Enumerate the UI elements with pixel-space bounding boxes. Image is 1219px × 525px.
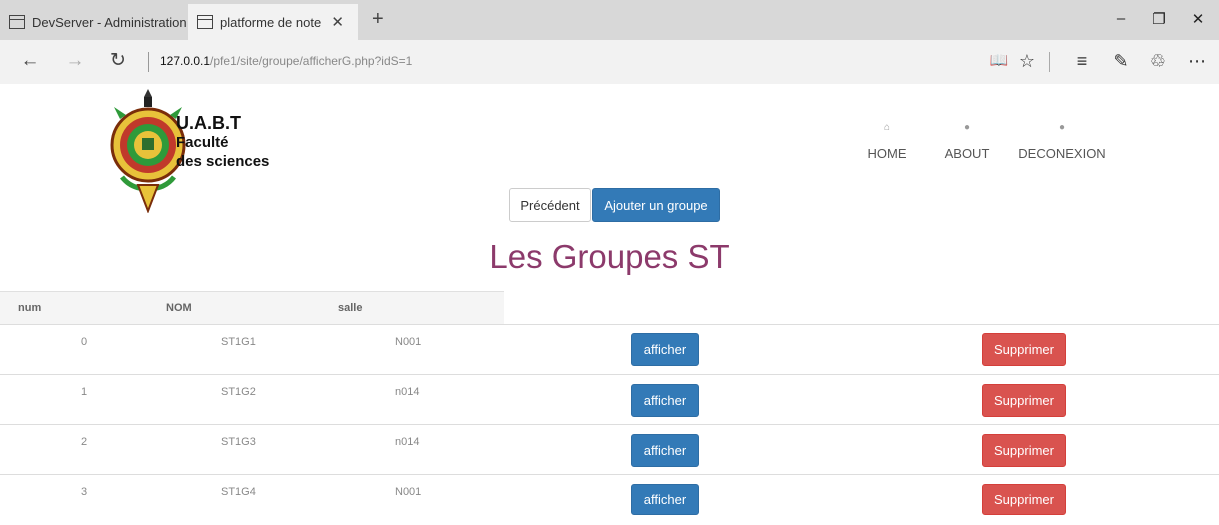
- supprimer-button[interactable]: Supprimer: [982, 333, 1066, 366]
- reading-view-icon[interactable]: 📖: [987, 50, 1011, 72]
- page-icon: [197, 15, 213, 29]
- nav-home[interactable]: ⌂ HOME: [868, 122, 907, 161]
- back-icon[interactable]: ←: [18, 50, 42, 72]
- divider: [148, 52, 149, 72]
- more-icon[interactable]: ⋯: [1185, 50, 1209, 72]
- home-icon: ⌂: [883, 122, 891, 133]
- close-window-icon[interactable]: ✕: [1188, 10, 1208, 28]
- forward-icon[interactable]: →: [63, 50, 87, 72]
- brand-subtitle: Faculté: [176, 134, 229, 151]
- cell-num: 1: [81, 386, 88, 398]
- table-row: 3 ST1G4 N001 afficher Supprimer: [0, 475, 1219, 525]
- nav-deconexion[interactable]: ● DECONEXION: [1018, 122, 1105, 161]
- afficher-button[interactable]: afficher: [631, 333, 699, 366]
- faculty-brand: U.A.B.T Faculté des sciences: [176, 114, 269, 171]
- user-icon: ●: [1058, 122, 1066, 133]
- cell-num: 2: [81, 436, 88, 448]
- afficher-button[interactable]: afficher: [631, 484, 699, 515]
- nav-about[interactable]: ● ABOUT: [945, 122, 990, 161]
- share-icon[interactable]: ♲: [1146, 50, 1170, 72]
- column-header-num: num: [18, 302, 42, 314]
- browser-tab-platforme[interactable]: platforme de note ✕: [188, 4, 358, 40]
- cell-nom: ST1G2: [221, 386, 256, 398]
- previous-button[interactable]: Précédent: [509, 188, 591, 222]
- close-tab-icon[interactable]: ✕: [331, 13, 344, 31]
- cell-salle: n014: [395, 386, 420, 398]
- add-group-button[interactable]: Ajouter un groupe: [592, 188, 720, 222]
- refresh-icon[interactable]: ↻: [106, 50, 130, 72]
- tab-title: platforme de note: [220, 14, 322, 30]
- cell-nom: ST1G3: [221, 436, 256, 448]
- cell-nom: ST1G1: [221, 336, 256, 348]
- user-icon: ●: [963, 122, 971, 133]
- page-icon: [9, 15, 25, 29]
- table-row: 1 ST1G2 n014 afficher Supprimer: [0, 375, 1219, 425]
- cell-salle: n014: [395, 436, 420, 448]
- brand-subtitle: des sciences: [176, 153, 270, 170]
- supprimer-button[interactable]: Supprimer: [982, 434, 1066, 467]
- cell-salle: N001: [395, 486, 422, 498]
- column-header-nom: NOM: [166, 302, 192, 314]
- cell-num: 3: [81, 486, 88, 498]
- brand-title: U.A.B.T: [176, 113, 241, 133]
- supprimer-button[interactable]: Supprimer: [982, 384, 1066, 417]
- cell-num: 0: [81, 336, 88, 348]
- address-bar: ← → ↻ 127.0.0.1/pfe1/site/groupe/affiche…: [0, 40, 1219, 84]
- new-tab-icon[interactable]: +: [372, 8, 384, 30]
- restore-icon[interactable]: ❐: [1149, 10, 1169, 28]
- browser-tab-bar: DevServer - Administration platforme de …: [0, 0, 1219, 40]
- hub-icon[interactable]: ≡: [1070, 50, 1094, 72]
- cell-salle: N001: [395, 336, 422, 348]
- afficher-button[interactable]: afficher: [631, 384, 699, 417]
- afficher-button[interactable]: afficher: [631, 434, 699, 467]
- url-field[interactable]: 127.0.0.1/pfe1/site/groupe/afficherG.php…: [160, 54, 412, 68]
- column-header-salle: salle: [338, 302, 363, 314]
- tab-title: DevServer - Administration: [32, 14, 187, 30]
- browser-tab-devserver[interactable]: DevServer - Administration: [0, 4, 188, 40]
- table-header: num NOM salle: [0, 291, 504, 324]
- web-note-icon[interactable]: ✎: [1109, 50, 1133, 72]
- supprimer-button[interactable]: Supprimer: [982, 484, 1066, 515]
- cell-nom: ST1G4: [221, 486, 256, 498]
- favorite-star-icon[interactable]: ☆: [1015, 50, 1039, 72]
- table-row: 2 ST1G3 n014 afficher Supprimer: [0, 425, 1219, 475]
- page-title: Les Groupes ST: [489, 238, 730, 275]
- minimize-icon[interactable]: –: [1111, 10, 1131, 27]
- divider: [1049, 52, 1050, 72]
- table-row: 0 ST1G1 N001 afficher Supprimer: [0, 325, 1219, 375]
